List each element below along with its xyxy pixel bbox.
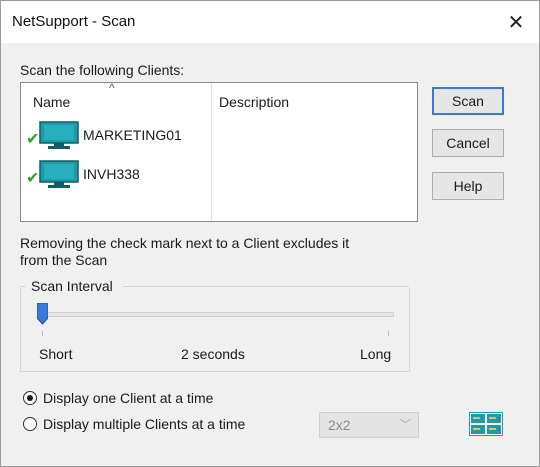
scan-button[interactable]: Scan xyxy=(432,87,504,115)
list-caption: Scan the following Clients: xyxy=(20,62,185,78)
groupbox-border xyxy=(123,286,409,287)
client-row[interactable]: ✔ MARKETING01 xyxy=(21,121,211,151)
display-multiple-label[interactable]: Display multiple Clients at a time xyxy=(43,416,245,432)
scan-interval-slider-thumb[interactable] xyxy=(37,303,48,325)
display-one-label[interactable]: Display one Client at a time xyxy=(43,390,213,406)
clients-list[interactable]: ^ Name Description ✔ MARKETING01 ✔ INVH3… xyxy=(20,81,418,222)
monitor-icon xyxy=(39,121,79,149)
window-title: NetSupport - Scan xyxy=(12,13,136,30)
slider-max-label: Long xyxy=(360,346,392,362)
close-icon: ✕ xyxy=(507,11,525,34)
slider-min-label: Short xyxy=(39,346,73,362)
display-one-radio[interactable] xyxy=(23,391,37,405)
grid-layout-icon[interactable] xyxy=(469,412,503,436)
scan-interval-slider-track[interactable] xyxy=(40,312,394,317)
column-separator xyxy=(211,83,212,221)
chevron-down-icon: ﹀ xyxy=(400,419,411,431)
monitor-icon xyxy=(39,160,79,188)
display-multiple-radio[interactable] xyxy=(23,417,37,431)
slider-current-value: 2 seconds xyxy=(181,346,245,362)
help-button[interactable]: Help xyxy=(432,172,504,200)
hint-line-2: from the Scan xyxy=(20,252,108,268)
hint-line-1: Removing the check mark next to a Client… xyxy=(20,235,350,251)
sort-ascending-icon: ^ xyxy=(109,81,115,95)
client-name: INVH338 xyxy=(83,166,140,182)
grid-size-select[interactable]: 2x2 ﹀ xyxy=(319,412,419,438)
slider-tick xyxy=(388,331,389,336)
cancel-button[interactable]: Cancel xyxy=(432,129,504,157)
slider-tick xyxy=(42,331,43,336)
radio-selected-dot xyxy=(27,395,33,401)
column-header-name[interactable]: Name xyxy=(33,94,70,110)
client-row[interactable]: ✔ INVH338 xyxy=(21,160,211,190)
column-header-description[interactable]: Description xyxy=(219,94,289,110)
client-name: MARKETING01 xyxy=(83,127,182,143)
scan-interval-label: Scan Interval xyxy=(31,278,113,294)
title-bar: NetSupport - Scan ✕ xyxy=(1,1,539,43)
scan-dialog: NetSupport - Scan ✕ Scan the following C… xyxy=(0,0,540,467)
grid-size-value: 2x2 xyxy=(328,417,351,433)
close-button[interactable]: ✕ xyxy=(493,1,539,43)
groupbox-border xyxy=(20,286,26,287)
